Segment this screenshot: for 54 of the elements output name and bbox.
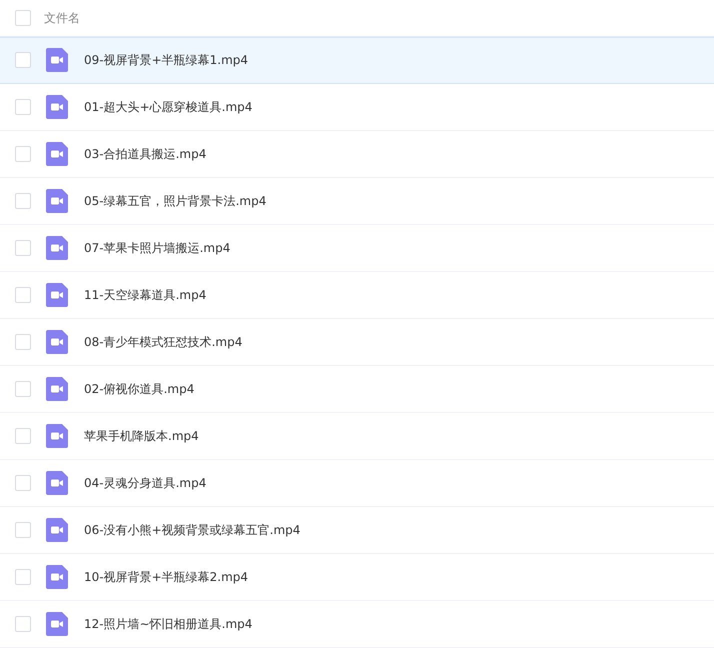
file-name: 06-没有小熊+视频背景或绿幕五官.mp4 xyxy=(84,522,300,538)
video-file-icon xyxy=(46,424,68,448)
file-row[interactable]: 12-照片墙~怀旧相册道具.mp4 xyxy=(0,601,714,648)
row-checkbox[interactable] xyxy=(15,616,31,632)
column-header[interactable]: 文件名 xyxy=(44,10,80,26)
file-row[interactable]: 07-苹果卡照片墙搬运.mp4 xyxy=(0,225,714,272)
row-checkbox[interactable] xyxy=(15,240,31,256)
video-file-icon xyxy=(46,377,68,401)
row-checkbox[interactable] xyxy=(15,334,31,350)
row-checkbox[interactable] xyxy=(15,52,31,68)
video-file-icon xyxy=(46,612,68,636)
file-name: 05-绿幕五官，照片背景卡法.mp4 xyxy=(84,192,266,210)
video-file-icon xyxy=(46,48,68,72)
row-checkbox[interactable] xyxy=(15,99,31,115)
file-name: 12-照片墙~怀旧相册道具.mp4 xyxy=(84,616,252,632)
file-row[interactable]: 05-绿幕五官，照片背景卡法.mp4 xyxy=(0,178,714,225)
file-name: 02-俯视你道具.mp4 xyxy=(84,380,194,398)
video-file-icon xyxy=(46,518,68,542)
video-file-icon xyxy=(46,142,68,166)
file-name: 04-灵魂分身道具.mp4 xyxy=(84,474,206,492)
video-file-icon xyxy=(46,283,68,307)
file-row[interactable]: 03-合拍道具搬运.mp4 xyxy=(0,131,714,178)
row-checkbox[interactable] xyxy=(15,522,31,538)
video-file-icon xyxy=(46,330,68,354)
file-name: 03-合拍道具搬运.mp4 xyxy=(84,146,206,162)
file-name: 11-天空绿幕道具.mp4 xyxy=(84,286,206,304)
file-name: 苹果手机降版本.mp4 xyxy=(84,428,199,444)
file-row[interactable]: 02-俯视你道具.mp4 xyxy=(0,366,714,413)
video-file-icon xyxy=(46,95,68,119)
row-checkbox[interactable] xyxy=(15,428,31,444)
row-checkbox[interactable] xyxy=(15,287,31,303)
video-file-icon xyxy=(46,565,68,589)
file-row[interactable]: 10-视屏背景+半瓶绿幕2.mp4 xyxy=(0,554,714,601)
file-row[interactable]: 01-超大头+心愿穿梭道具.mp4 xyxy=(0,84,714,131)
select-all-checkbox[interactable] xyxy=(15,10,31,26)
file-row[interactable]: 04-灵魂分身道具.mp4 xyxy=(0,460,714,507)
file-name: 01-超大头+心愿穿梭道具.mp4 xyxy=(84,98,252,116)
row-checkbox[interactable] xyxy=(15,146,31,162)
video-file-icon xyxy=(46,236,68,260)
file-name: 09-视屏背景+半瓶绿幕1.mp4 xyxy=(84,52,248,68)
file-row[interactable]: 06-没有小熊+视频背景或绿幕五官.mp4 xyxy=(0,507,714,554)
file-name: 10-视屏背景+半瓶绿幕2.mp4 xyxy=(84,568,248,586)
file-name: 07-苹果卡照片墙搬运.mp4 xyxy=(84,240,230,256)
file-row[interactable]: 08-青少年模式狂怼技术.mp4 xyxy=(0,319,714,366)
video-file-icon xyxy=(46,189,68,213)
file-name: 08-青少年模式狂怼技术.mp4 xyxy=(84,334,242,350)
row-checkbox[interactable] xyxy=(15,381,31,397)
row-checkbox[interactable] xyxy=(15,569,31,585)
row-checkbox[interactable] xyxy=(15,193,31,209)
video-file-icon xyxy=(46,471,68,495)
row-checkbox[interactable] xyxy=(15,475,31,491)
file-row[interactable]: 苹果手机降版本.mp4 xyxy=(0,413,714,460)
file-row[interactable]: 11-天空绿幕道具.mp4 xyxy=(0,272,714,319)
file-row[interactable]: 09-视屏背景+半瓶绿幕1.mp4 xyxy=(0,37,714,84)
